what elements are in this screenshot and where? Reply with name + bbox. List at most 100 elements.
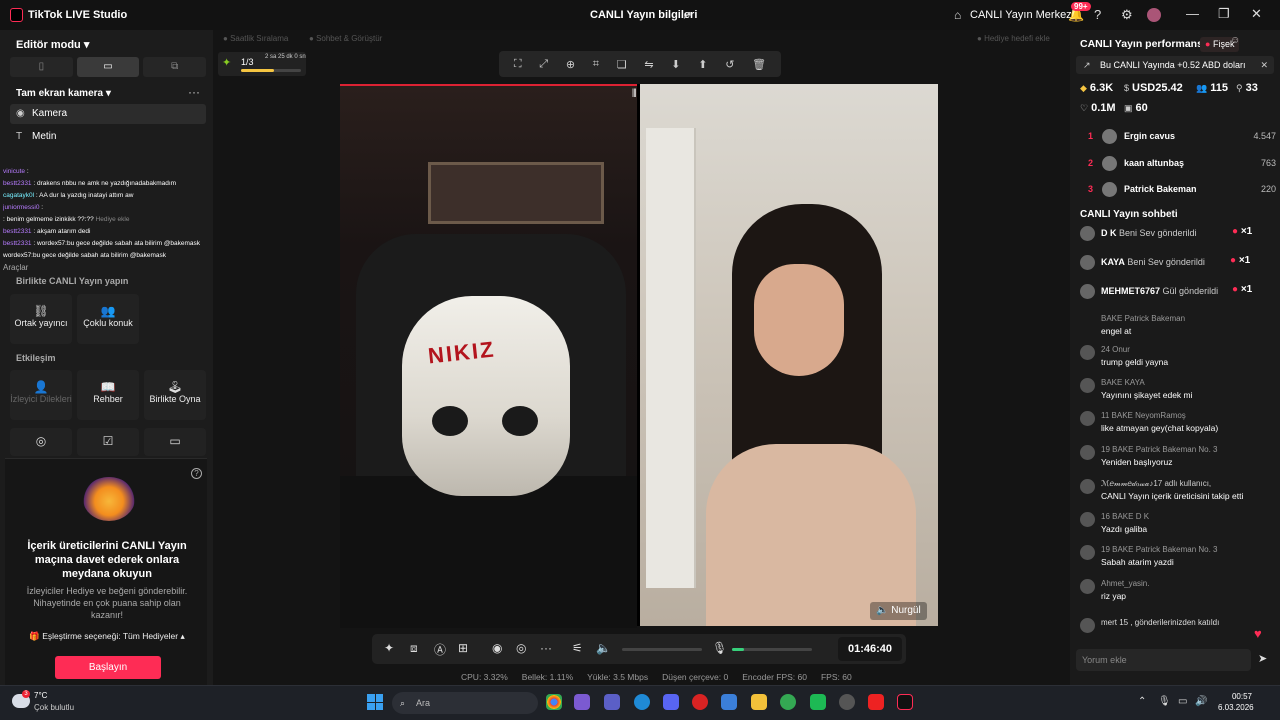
video-preview[interactable]: NIKIZ ⫴ 🔈 Nurgül — [340, 84, 938, 628]
viewer-wishes-card[interactable]: 👤 İzleyici Dilekleri — [10, 370, 72, 420]
fit-icon[interactable]: ⛶ — [514, 58, 522, 71]
guide-card[interactable]: 📖 Rehber — [77, 370, 139, 420]
microphone-icon[interactable]: 🎙 — [712, 641, 727, 655]
multi-guest-card[interactable]: 👥 Çoklu konuk — [77, 294, 139, 344]
co-host-card[interactable]: ⛓ Ortak yayıncı — [10, 294, 72, 344]
help-icon[interactable]: ? — [1094, 7, 1101, 22]
delete-icon[interactable]: 🗑 — [752, 58, 766, 71]
mask-eye — [432, 406, 468, 436]
viewers-icon: 👥 — [1196, 83, 1208, 93]
record-icon[interactable]: ◉ — [492, 641, 502, 655]
mixer-icon[interactable]: ⚟ — [572, 641, 583, 655]
landscape-option[interactable]: ▭ — [76, 57, 140, 77]
msg-meta: 11 BAKE NeyomRamoş — [1101, 411, 1186, 420]
msg-text: CANLI Yayın içerik üreticisini takip ett… — [1101, 491, 1244, 501]
edge-icon[interactable] — [634, 694, 650, 710]
multi-layout-option[interactable]: ⧉ — [143, 57, 207, 77]
outlook-icon[interactable] — [721, 694, 737, 710]
send-icon[interactable]: ➤ — [1258, 652, 1267, 665]
card-label: Rehber — [93, 394, 123, 404]
more-options-icon[interactable]: ··· — [188, 85, 200, 99]
mic-tray-icon[interactable]: 🎙 — [1158, 696, 1171, 707]
earnings-banner[interactable]: ↗ Bu CANLI Yayında +0.52 ABD doları ✕ — [1076, 56, 1274, 74]
network-icon[interactable]: ▭ — [1178, 696, 1187, 707]
maximize-icon[interactable]: ❐ — [1218, 6, 1230, 22]
person-icon: 👤 — [33, 380, 49, 394]
live-timer: 01:46:40 — [838, 637, 902, 661]
gift-goal-widget[interactable]: ✦ 1/3 2 sa 25 dk 0 sn — [218, 52, 306, 76]
overlay-line: cagatayk0l : AA dur la yazdıg inatayi at… — [3, 192, 134, 199]
source-text[interactable]: T Metin — [10, 127, 206, 147]
live-center-button[interactable]: CANLI Yayın Merkezi — [970, 9, 1074, 21]
scene-dropdown[interactable]: Tam ekran kamera ▾ — [16, 88, 111, 99]
portrait-option[interactable]: ▯ — [10, 57, 73, 77]
expand-icon[interactable]: ⤢ — [539, 58, 548, 71]
tiktok-logo-icon — [10, 8, 23, 22]
ranking-row[interactable]: 3 Patrick Bakeman 220 — [1080, 179, 1276, 201]
usd-stat: $ USD25.42 — [1124, 82, 1183, 94]
ai-icon[interactable]: Ⓐ — [434, 641, 446, 658]
opera-icon[interactable] — [692, 694, 708, 710]
close-icon[interactable]: ✕ — [1251, 6, 1262, 22]
app-green-icon[interactable] — [810, 694, 826, 710]
checklist-tool-card[interactable]: ☑ — [77, 428, 139, 456]
play-together-card[interactable]: 🕹 Birlikte Oyna — [144, 370, 206, 420]
overlay-line: wordex57:bu gece değilde sabah ata bilir… — [3, 252, 167, 259]
checkbox-icon: ☑ — [102, 434, 114, 448]
source-camera[interactable]: ◉ Kamera — [10, 104, 206, 124]
start-battle-button[interactable]: Başlayın — [55, 656, 161, 679]
guest-face — [754, 264, 844, 376]
tiktok-live-studio-icon[interactable] — [897, 694, 913, 710]
chevron-up-icon[interactable]: ⌃ — [1138, 696, 1146, 707]
emoji-icon[interactable]: ☺ — [1230, 35, 1240, 46]
mic-level-slider[interactable] — [732, 648, 812, 651]
black-shirt — [340, 476, 637, 628]
match-option-dropdown[interactable]: 🎁 Eşleştirme seçeneği: Tüm Hediyeler ▴ — [17, 631, 197, 642]
chrome-profile-icon[interactable] — [780, 694, 796, 710]
guest-name-label[interactable]: 🔈 Nurgül — [870, 602, 927, 620]
ranking-row[interactable]: 2 kaan altunbaş 763 — [1080, 153, 1276, 175]
windows-start-icon[interactable] — [367, 694, 383, 710]
help-icon[interactable]: ? — [191, 468, 202, 479]
rotate-icon[interactable]: ↺ — [725, 58, 734, 71]
more-icon[interactable]: ··· — [540, 641, 552, 655]
layer-up-icon[interactable]: ⬆ — [698, 58, 707, 71]
youtube-icon[interactable] — [868, 694, 884, 710]
camera-switch-icon[interactable]: ◎ — [516, 641, 526, 655]
rank-name: kaan altunbaş — [1124, 158, 1185, 168]
effects-icon[interactable]: ⧈ — [410, 641, 418, 656]
gift-text: KAYA Beni Sev gönderildi — [1101, 257, 1205, 267]
ranking-row[interactable]: 1 Ergin cavus 4.547 — [1080, 126, 1276, 148]
comment-input[interactable]: Yorum ekle — [1076, 649, 1251, 671]
flip-icon[interactable]: ⇋ — [644, 58, 653, 71]
target-tool-card[interactable]: ◎ — [10, 428, 72, 456]
profile-avatar[interactable] — [1147, 8, 1161, 22]
stream-controls: ✦ ⧈ Ⓐ ⊞ ◉ ◎ ··· ⚟ 🔈 🎙 01:46:40 — [372, 634, 906, 664]
teams-icon[interactable] — [604, 694, 620, 710]
editor-mode-dropdown[interactable]: Editör modu ▾ — [16, 38, 89, 51]
discord-icon[interactable] — [663, 694, 679, 710]
copilot-icon[interactable] — [574, 694, 590, 710]
notification-badge: 99+ — [1071, 2, 1091, 11]
performance-title: CANLI Yayın performansı — [1080, 38, 1206, 50]
layer-down-icon[interactable]: ⬇ — [671, 58, 680, 71]
taskbar-search[interactable]: ⌕ Ara — [392, 692, 538, 714]
speaker-icon[interactable]: 🔈 — [596, 641, 611, 655]
settings-gear-icon[interactable]: ⚙ — [1121, 7, 1133, 23]
add-source-icon[interactable]: ⊞ — [458, 641, 468, 655]
file-explorer-icon[interactable] — [751, 694, 767, 710]
minimize-icon[interactable]: — — [1186, 6, 1199, 21]
crop-icon[interactable]: ⌗ — [593, 58, 599, 71]
magic-wand-icon[interactable]: ✦ — [384, 641, 394, 655]
chrome-icon[interactable] — [546, 694, 562, 710]
obs-icon[interactable] — [839, 694, 855, 710]
close-icon[interactable]: ✕ — [1260, 56, 1268, 74]
box-tool-card[interactable]: ▭ — [144, 428, 206, 456]
system-clock[interactable]: 00:57 6.03.2026 — [1218, 691, 1254, 713]
volume-icon[interactable]: 🔊 — [1195, 696, 1207, 707]
center-icon[interactable]: ⊕ — [566, 58, 575, 71]
split-handle-icon[interactable]: ⫴ — [632, 88, 637, 101]
share-icon[interactable]: ↗ — [682, 8, 692, 22]
duplicate-icon[interactable]: ❏ — [617, 58, 627, 71]
volume-slider[interactable] — [622, 648, 702, 651]
